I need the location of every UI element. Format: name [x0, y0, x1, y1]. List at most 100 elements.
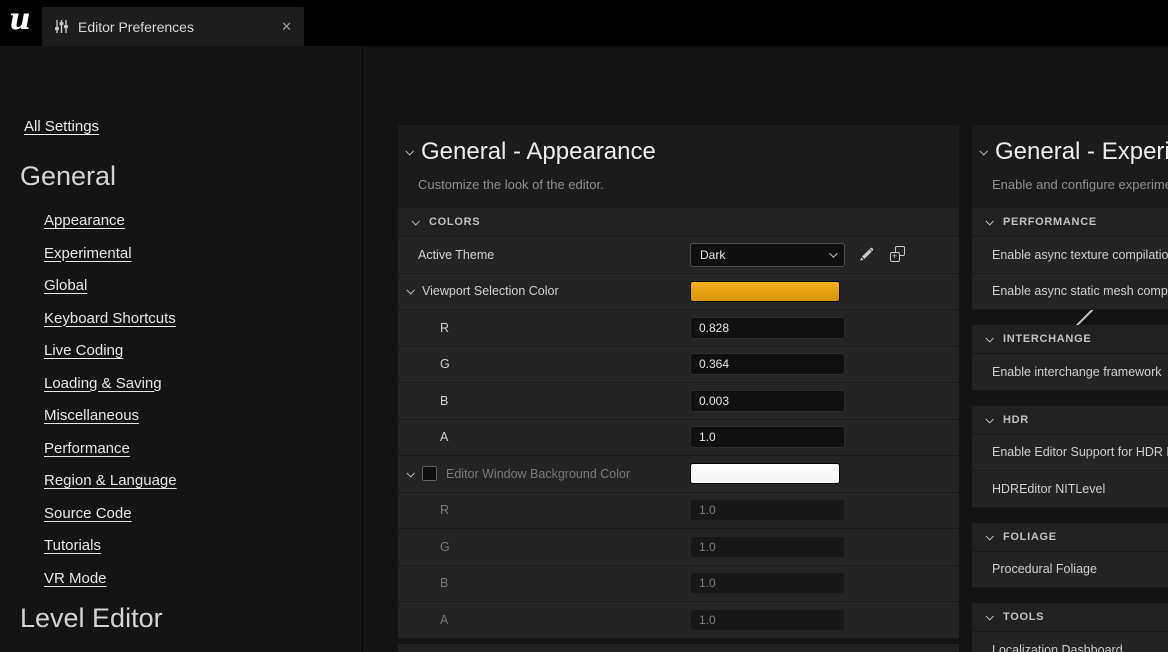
settings-sidebar: All Settings General Appearance Experime…	[0, 46, 1168, 652]
setting-row: Procedural Foliage	[972, 551, 1168, 588]
channel-a-input[interactable]	[690, 608, 845, 631]
setting-label: Localization Dashboard	[992, 642, 1123, 652]
channel-a-label: A	[440, 430, 449, 445]
tab-editor-preferences[interactable]: Editor Preferences ✕	[42, 7, 304, 46]
active-theme-dropdown[interactable]: Dark	[690, 242, 845, 267]
channel-b-label: B	[440, 393, 449, 408]
collapse-chevron-icon[interactable]	[405, 147, 414, 156]
window-titlebar: u Editor Preferences ✕	[0, 0, 1168, 46]
row-viewport-selection-color: Viewport Selection Color	[398, 273, 959, 310]
row-channel-a-disabled: A	[398, 602, 959, 639]
sidebar-item-keyboard-shortcuts[interactable]: Keyboard Shortcuts	[44, 303, 177, 336]
chevron-down-icon	[985, 414, 994, 424]
row-channel-a: A	[398, 419, 959, 456]
section-performance: PERFORMANCE Enable async texture compila…	[972, 208, 1168, 310]
chevron-down-icon	[829, 249, 838, 258]
row-channel-b-disabled: B	[398, 565, 959, 602]
category-interchange[interactable]: INTERCHANGE	[972, 325, 1168, 354]
panel-subtitle: Customize the look of the editor.	[418, 177, 604, 192]
chevron-down-icon	[985, 531, 994, 541]
channel-r-label: R	[440, 320, 450, 335]
setting-row: Enable async texture compilation and loa…	[972, 237, 1168, 274]
panel-subtitle: Enable and configure experimental editor…	[992, 177, 1168, 192]
setting-label: Enable interchange framework	[992, 364, 1162, 379]
setting-row: Enable async static mesh compilation and…	[972, 273, 1168, 310]
setting-label: HDREditor NITLevel	[992, 481, 1106, 496]
editor-window-bg-label: Editor Window Background Color	[446, 466, 631, 481]
channel-a-input[interactable]	[690, 426, 845, 449]
channel-g-label: G	[440, 539, 450, 554]
section-tools: TOOLS Localization Dashboard	[972, 603, 1168, 652]
unreal-engine-logo-icon: u	[9, 2, 31, 37]
expand-chevron-icon[interactable]	[406, 468, 415, 478]
expand-chevron-icon[interactable]	[406, 286, 415, 295]
chevron-down-icon	[411, 217, 420, 226]
section-interchange: INTERCHANGE Enable interchange framework	[972, 325, 1168, 391]
channel-b-input[interactable]	[690, 389, 845, 412]
row-channel-g-disabled: G	[398, 529, 959, 566]
channel-b-label: B	[440, 576, 449, 591]
row-channel-r: R	[398, 310, 959, 347]
category-hdr[interactable]: HDR	[972, 405, 1168, 435]
sidebar-item-tutorials[interactable]: Tutorials	[44, 530, 177, 563]
setting-label: Enable async texture compilation and loa…	[992, 247, 1168, 262]
sidebar-list-level-editor: Miscellaneous Play	[44, 647, 139, 652]
channel-g-input[interactable]	[690, 353, 845, 376]
category-tools[interactable]: TOOLS	[972, 603, 1168, 632]
sidebar-item-experimental[interactable]: Experimental	[44, 238, 177, 271]
channel-r-label: R	[440, 503, 450, 518]
row-channel-g: G	[398, 346, 959, 383]
sidebar-list-general: Appearance Experimental Global Keyboard …	[44, 205, 177, 595]
section-foliage: FOLIAGE Procedural Foliage	[972, 522, 1168, 588]
setting-label: Enable async static mesh compilation and…	[992, 284, 1168, 299]
channel-r-input[interactable]	[690, 499, 845, 522]
edit-theme-icon[interactable]	[859, 247, 874, 262]
sidebar-item-loading-saving[interactable]: Loading & Saving	[44, 368, 177, 401]
sidebar-item-live-coding[interactable]: Live Coding	[44, 335, 177, 368]
sidebar-item-global[interactable]: Global	[44, 270, 177, 303]
row-editor-window-background-color: Editor Window Background Color	[398, 456, 959, 493]
setting-row: Localization Dashboard	[972, 632, 1168, 652]
editor-window-bg-swatch[interactable]	[690, 463, 840, 485]
sidebar-item-performance[interactable]: Performance	[44, 433, 177, 466]
channel-b-input[interactable]	[690, 572, 845, 595]
channel-a-label: A	[440, 612, 449, 627]
channel-g-input[interactable]	[690, 535, 845, 558]
sidebar-section-level-editor: Level Editor	[20, 603, 163, 633]
sidebar-item-le-miscellaneous[interactable]: Miscellaneous	[44, 647, 139, 652]
channel-r-input[interactable]	[690, 316, 845, 339]
section-hdr: HDR Enable Editor Support for HDR Monito…	[972, 405, 1168, 508]
chevron-down-icon	[985, 334, 994, 343]
category-performance[interactable]: PERFORMANCE	[972, 208, 1168, 237]
panel-header: General - Experimental Enable and config…	[972, 125, 1168, 208]
setting-row: Enable Editor Support for HDR Monitors	[972, 434, 1168, 471]
sidebar-item-source-code[interactable]: Source Code	[44, 498, 177, 531]
category-foliage[interactable]: FOLIAGE	[972, 522, 1168, 552]
tab-close-icon[interactable]: ✕	[281, 19, 292, 35]
tab-title: Editor Preferences	[78, 18, 194, 35]
category-colors[interactable]: COLORS	[398, 208, 959, 237]
panel-general-experimental: General - Experimental Enable and config…	[972, 125, 1168, 652]
panel-header: General - Appearance Customize the look …	[398, 125, 959, 208]
chevron-down-icon	[985, 612, 994, 621]
viewport-selection-color-label: Viewport Selection Color	[422, 284, 559, 299]
row-active-theme: Active Theme Dark	[398, 237, 959, 274]
sliders-icon	[54, 19, 69, 34]
chevron-down-icon	[985, 217, 994, 226]
panel-title: General - Appearance	[421, 138, 656, 165]
duplicate-theme-icon[interactable]	[889, 246, 907, 263]
panel-general-appearance: General - Appearance Customize the look …	[398, 125, 959, 652]
setting-label: Procedural Foliage	[992, 562, 1097, 577]
next-category-partial	[398, 643, 959, 652]
viewport-selection-color-swatch[interactable]	[690, 280, 840, 302]
collapse-chevron-icon[interactable]	[979, 147, 988, 156]
setting-label: Enable Editor Support for HDR Monitors	[992, 445, 1168, 460]
panel-title: General - Experimental	[995, 138, 1168, 165]
editor-window-bg-checkbox[interactable]	[422, 466, 437, 482]
row-channel-r-disabled: R	[398, 492, 959, 529]
all-settings-link[interactable]: All Settings	[24, 118, 1168, 360]
sidebar-item-miscellaneous[interactable]: Miscellaneous	[44, 400, 177, 433]
sidebar-item-region-language[interactable]: Region & Language	[44, 465, 177, 498]
sidebar-item-appearance[interactable]: Appearance	[44, 205, 177, 238]
sidebar-item-vr-mode[interactable]: VR Mode	[44, 563, 177, 596]
